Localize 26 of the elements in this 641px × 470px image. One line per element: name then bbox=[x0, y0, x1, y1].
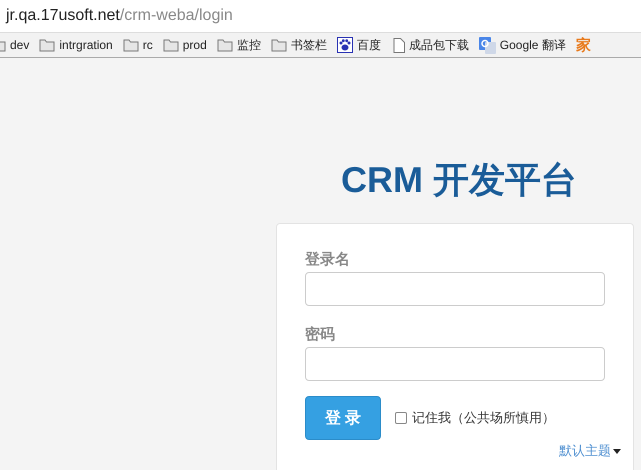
bookmark-item[interactable]: 书签栏 bbox=[270, 36, 327, 54]
folder-icon bbox=[122, 38, 139, 52]
field-label: 登录名 bbox=[305, 250, 351, 269]
page-icon bbox=[392, 38, 405, 52]
bookmark-item[interactable]: rc bbox=[122, 38, 153, 52]
folder-icon bbox=[39, 38, 56, 52]
paw-icon bbox=[336, 37, 353, 53]
input-field[interactable] bbox=[305, 272, 605, 306]
checkbox-label: 记住我（公共场所慎用） bbox=[412, 409, 555, 427]
input-field[interactable] bbox=[305, 347, 605, 381]
field-label: 密码 bbox=[305, 325, 336, 344]
bookmark-item[interactable]: intrgration bbox=[39, 38, 113, 52]
address-bar[interactable]: jr.qa.17usoft.net/crm-weba/login bbox=[6, 7, 233, 25]
checkbox[interactable] bbox=[395, 412, 407, 424]
translate-icon bbox=[478, 36, 496, 54]
bookmark-item[interactable]: Google 翻译 bbox=[478, 36, 566, 54]
folder-icon bbox=[270, 38, 287, 52]
folder-icon bbox=[162, 38, 179, 52]
bookmark-item[interactable]: 成品包下载 bbox=[392, 36, 469, 54]
bookmark-item[interactable]: prod bbox=[162, 38, 207, 52]
page-title: CRM 开发平台 bbox=[340, 158, 578, 202]
bookmark-item[interactable]: 百度 bbox=[336, 36, 381, 54]
folder-icon bbox=[216, 38, 233, 52]
bookmark-item[interactable]: 监控 bbox=[216, 36, 261, 54]
bookmark-item[interactable]: dev bbox=[0, 38, 30, 52]
caret-icon bbox=[613, 448, 621, 454]
